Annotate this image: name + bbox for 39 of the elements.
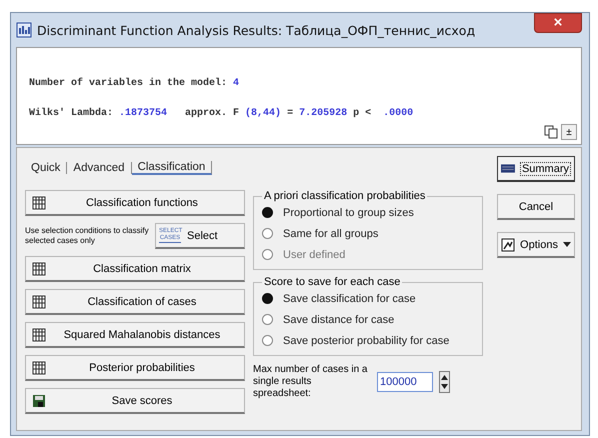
close-button[interactable]: ×: [534, 13, 582, 33]
summary-icon: [501, 162, 515, 175]
copy-icon[interactable]: [544, 125, 558, 139]
table-icon: [32, 294, 46, 308]
table-icon: [32, 360, 46, 374]
analysis-button[interactable]: Classification matrix: [25, 256, 245, 282]
cancel-button[interactable]: Cancel: [497, 194, 575, 220]
radio-option[interactable]: Proportional to group sizes: [262, 202, 476, 223]
results-line: Number of variables in the model: 4: [29, 78, 240, 89]
table-icon: [32, 196, 46, 210]
group-title: Score to save for each case: [263, 276, 402, 288]
expand-button[interactable]: ±: [561, 124, 577, 140]
tab[interactable]: Advanced: [67, 162, 132, 174]
summary-button[interactable]: Summary: [497, 156, 575, 182]
group-title: A priori classification probabilities: [263, 190, 426, 202]
radio-option[interactable]: Save classification for case: [262, 288, 476, 309]
options-button[interactable]: Options: [497, 232, 575, 258]
analysis-button[interactable]: Classification of cases: [25, 289, 245, 315]
options-icon: [501, 238, 516, 252]
save-icon: [32, 394, 46, 408]
chart-icon: [16, 22, 32, 38]
tab[interactable]: Quick: [25, 162, 68, 174]
analysis-button[interactable]: Squared Mahalanobis distances: [25, 322, 245, 348]
max-cases-label: Max number of cases in a single results spreadsheet:: [253, 364, 368, 400]
max-cases-field[interactable]: 100000: [377, 372, 433, 392]
radio-option[interactable]: Save distance for case: [262, 309, 476, 330]
window-title: Discriminant Function Analysis Results: Таблица_ОФП_теннис_исход: [37, 22, 476, 38]
selection-note: Use selection conditions to classify selected cases only: [25, 226, 150, 246]
analysis-button[interactable]: Posterior probabilities: [25, 355, 245, 381]
radio-option[interactable]: Save posterior probability for case: [262, 330, 476, 351]
spinner-icon[interactable]: [439, 371, 450, 393]
analysis-button[interactable]: Classification functions: [25, 190, 245, 216]
table-icon: [32, 328, 46, 342]
table-icon: [32, 262, 46, 276]
dropdown-caret-icon: [562, 242, 571, 247]
results-line: Wilks' Lambda: .1873754 approx. F (8,44) = 7.205928 p < .0000: [29, 108, 414, 119]
tab[interactable]: Classification: [132, 161, 212, 175]
analysis-button[interactable]: Save scores: [25, 388, 245, 414]
radio-option[interactable]: Same for all groups: [262, 223, 476, 244]
